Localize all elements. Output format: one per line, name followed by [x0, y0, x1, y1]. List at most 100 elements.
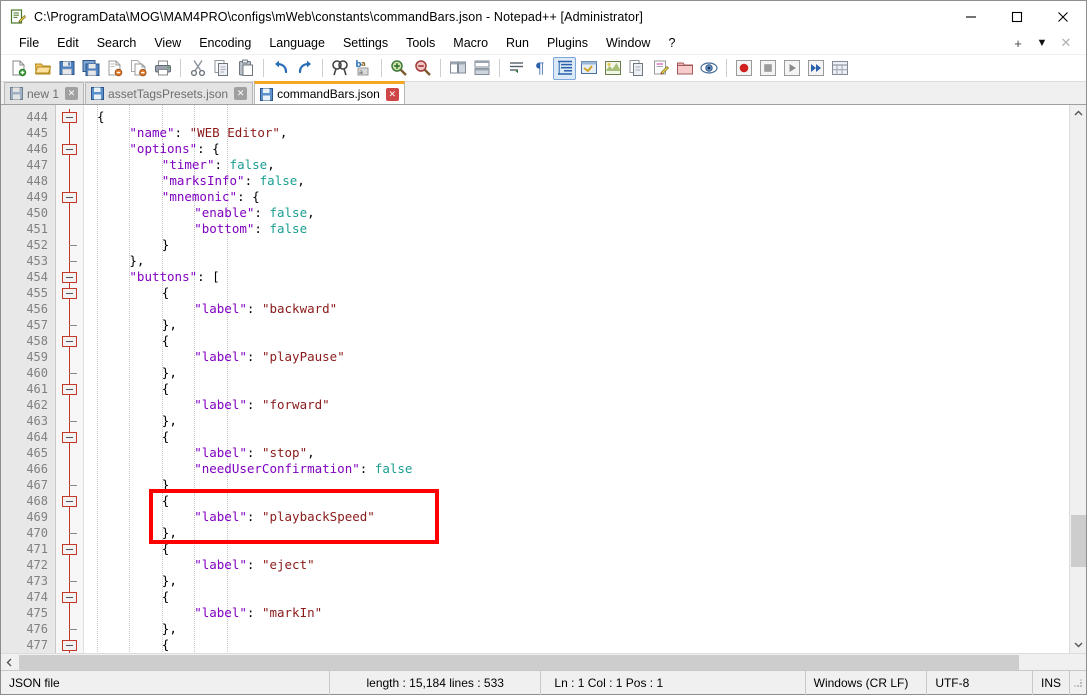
code-line[interactable]: }: [84, 237, 1069, 253]
code-line[interactable]: },: [84, 573, 1069, 589]
copy-icon[interactable]: [210, 57, 233, 80]
code-line[interactable]: "bottom": false: [84, 221, 1069, 237]
sync-horizontal-scrolling-icon[interactable]: [470, 57, 493, 80]
zoom-in-icon[interactable]: [387, 57, 410, 80]
tab-close-icon[interactable]: ✕: [65, 87, 79, 100]
play-macro-icon[interactable]: [780, 57, 803, 80]
code-line[interactable]: "label": "playPause": [84, 349, 1069, 365]
stop-recording-icon[interactable]: [756, 57, 779, 80]
menu-item-file[interactable]: File: [10, 34, 48, 52]
menu-item-settings[interactable]: Settings: [334, 34, 397, 52]
close-all-files-icon[interactable]: [127, 57, 150, 80]
code-line[interactable]: "timer": false,: [84, 157, 1069, 173]
maximize-button[interactable]: [994, 1, 1040, 32]
redo-icon[interactable]: [293, 57, 316, 80]
fold-collapse-marker[interactable]: [56, 189, 83, 205]
code-line[interactable]: "mnemonic": {: [84, 189, 1069, 205]
menu-item-plugins[interactable]: Plugins: [538, 34, 597, 52]
resize-grip-icon[interactable]: [1070, 675, 1086, 691]
menu-item-edit[interactable]: Edit: [48, 34, 88, 52]
user-defined-dialog-icon[interactable]: [577, 57, 600, 80]
code-content[interactable]: {"name": "WEB Editor", "options": {"timer…: [84, 105, 1069, 653]
menu-item-help[interactable]: ?: [659, 34, 684, 52]
tab-assettagspresets-json[interactable]: assetTagsPresets.json ✕: [85, 82, 254, 104]
fold-collapse-marker[interactable]: [56, 109, 83, 125]
fold-collapse-marker[interactable]: [56, 141, 83, 157]
code-line[interactable]: "marksInfo": false,: [84, 173, 1069, 189]
monitoring-icon[interactable]: [697, 57, 720, 80]
menu-item-tools[interactable]: Tools: [397, 34, 444, 52]
code-line[interactable]: }: [84, 477, 1069, 493]
menu-item-language[interactable]: Language: [260, 34, 334, 52]
code-line[interactable]: },: [84, 621, 1069, 637]
scroll-left-arrow-icon[interactable]: [1, 654, 18, 671]
fold-collapse-marker[interactable]: [56, 269, 83, 285]
code-line[interactable]: {: [84, 285, 1069, 301]
cut-icon[interactable]: [186, 57, 209, 80]
new-file-icon[interactable]: [7, 57, 30, 80]
close-file-icon[interactable]: [103, 57, 126, 80]
code-line[interactable]: },: [84, 317, 1069, 333]
menu-item-run[interactable]: Run: [497, 34, 538, 52]
code-line[interactable]: "buttons": [: [84, 269, 1069, 285]
menu-item-search[interactable]: Search: [88, 34, 146, 52]
code-line[interactable]: {: [84, 381, 1069, 397]
vertical-scrollbar[interactable]: [1069, 105, 1086, 653]
code-line[interactable]: "options": {: [84, 141, 1069, 157]
save-icon[interactable]: [55, 57, 78, 80]
code-line[interactable]: "enable": false,: [84, 205, 1069, 221]
find-icon[interactable]: [328, 57, 351, 80]
code-line[interactable]: {: [84, 429, 1069, 445]
tab-commandbars-json[interactable]: commandBars.json ✕: [254, 81, 405, 104]
code-line[interactable]: {: [84, 493, 1069, 509]
save-all-icon[interactable]: [79, 57, 102, 80]
function-list-icon[interactable]: [649, 57, 672, 80]
scroll-up-arrow-icon[interactable]: [1070, 105, 1086, 122]
replace-icon[interactable]: baa: [352, 57, 375, 80]
code-line[interactable]: "label": "eject": [84, 557, 1069, 573]
open-file-icon[interactable]: [31, 57, 54, 80]
run-macro-multiple-icon[interactable]: [804, 57, 827, 80]
fold-collapse-marker[interactable]: [56, 589, 83, 605]
folder-as-workspace-icon[interactable]: [673, 57, 696, 80]
zoom-out-icon[interactable]: [411, 57, 434, 80]
menu-item-window[interactable]: Window: [597, 34, 659, 52]
code-line[interactable]: {: [84, 333, 1069, 349]
code-line[interactable]: {: [84, 589, 1069, 605]
code-line[interactable]: {: [84, 637, 1069, 653]
code-line[interactable]: },: [84, 365, 1069, 381]
code-line[interactable]: },: [84, 525, 1069, 541]
record-macro-icon[interactable]: [732, 57, 755, 80]
vertical-scrollbar-thumb[interactable]: [1071, 515, 1086, 567]
fold-collapse-marker[interactable]: [56, 429, 83, 445]
fold-collapse-marker[interactable]: [56, 285, 83, 301]
code-line[interactable]: "label": "backward": [84, 301, 1069, 317]
document-map-icon[interactable]: [601, 57, 624, 80]
word-wrap-icon[interactable]: [505, 57, 528, 80]
menu-item-macro[interactable]: Macro: [444, 34, 497, 52]
tab-close-icon[interactable]: ✕: [385, 87, 399, 101]
code-line[interactable]: "label": "stop",: [84, 445, 1069, 461]
undo-icon[interactable]: [269, 57, 292, 80]
sync-vertical-scrolling-icon[interactable]: [446, 57, 469, 80]
new-tab-button[interactable]: +: [1007, 34, 1029, 53]
document-list-icon[interactable]: [625, 57, 648, 80]
code-line[interactable]: {: [84, 541, 1069, 557]
code-line[interactable]: "label": "playbackSpeed": [84, 509, 1069, 525]
close-button[interactable]: [1040, 1, 1086, 32]
code-line[interactable]: "label": "forward": [84, 397, 1069, 413]
code-folding-margin[interactable]: [56, 105, 84, 653]
indent-guideline-icon[interactable]: [553, 56, 576, 80]
code-line[interactable]: "label": "markIn": [84, 605, 1069, 621]
tab-new-1[interactable]: new 1 ✕: [4, 82, 85, 104]
close-tab-button[interactable]: ✕: [1055, 34, 1077, 53]
code-line[interactable]: },: [84, 413, 1069, 429]
horizontal-scrollbar[interactable]: [1, 653, 1086, 670]
paste-icon[interactable]: [234, 57, 257, 80]
fold-collapse-marker[interactable]: [56, 381, 83, 397]
save-macro-icon[interactable]: [828, 57, 851, 80]
menu-item-encoding[interactable]: Encoding: [190, 34, 260, 52]
print-icon[interactable]: [151, 57, 174, 80]
text-editor[interactable]: 444 445 446 447 448 449 450 451 452 453 454 455 456 4…: [1, 105, 1069, 653]
fold-collapse-marker[interactable]: [56, 541, 83, 557]
